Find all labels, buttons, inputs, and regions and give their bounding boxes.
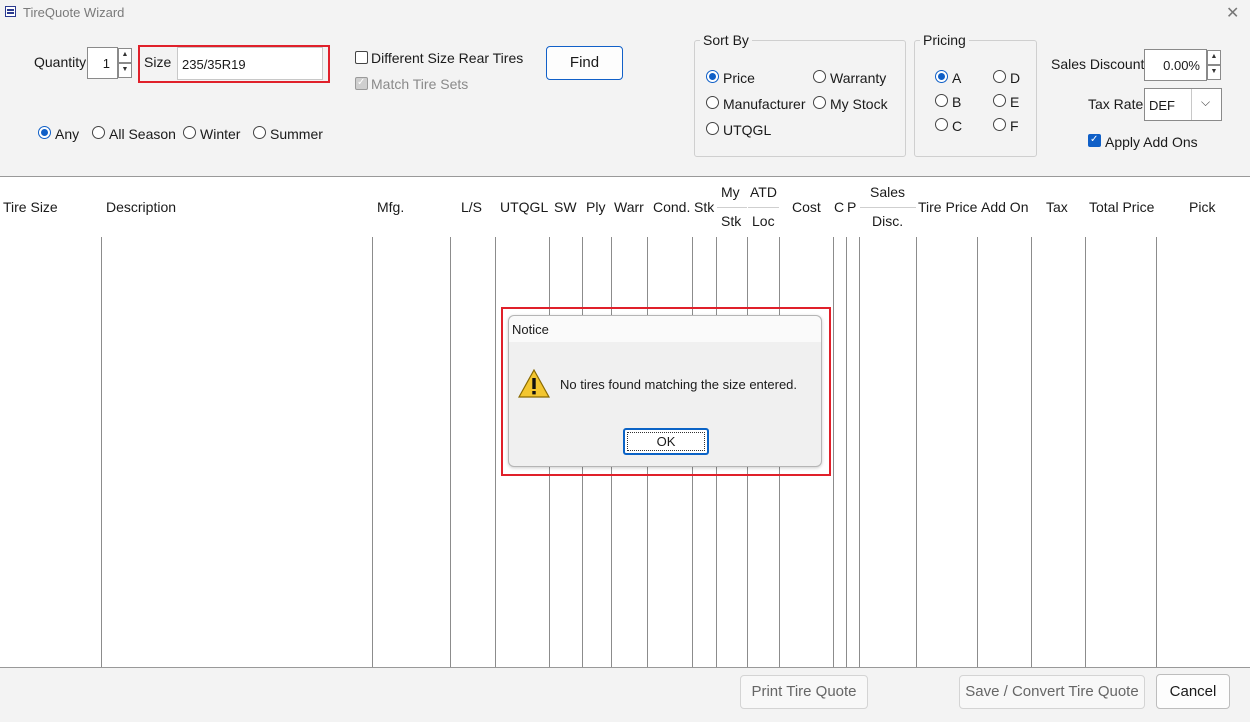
sort-my-stock-label: My Stock [830,96,888,112]
app-icon [5,6,16,17]
different-size-rear-label: Different Size Rear Tires [371,50,524,66]
window-title: TireQuote Wizard [23,5,125,20]
quantity-down-button[interactable]: ▼ [118,63,132,78]
col-sales[interactable]: Sales [870,184,905,200]
col-sales-disc[interactable]: Disc. [872,213,903,229]
col-pick[interactable]: Pick [1189,199,1215,215]
season-summer-radio[interactable] [253,126,266,139]
pricing-d-radio[interactable] [993,70,1006,83]
col-stk[interactable]: Stk [694,199,714,215]
warning-icon [518,369,550,398]
col-tire-size[interactable]: Tire Size [3,199,58,215]
col-tax[interactable]: Tax [1046,199,1068,215]
season-winter-label: Winter [200,126,241,142]
ok-button[interactable]: OK [623,428,709,455]
tax-rate-divider [1191,89,1192,120]
season-any-radio[interactable] [38,126,51,139]
size-value: 235/35R19 [182,57,246,72]
notice-dialog: Notice No tires found matching the size … [508,315,822,467]
size-label: Size [144,54,172,70]
col-ls[interactable]: L/S [461,199,482,215]
sort-utqgl-radio[interactable] [706,122,719,135]
apply-add-ons-checkbox[interactable] [1088,134,1101,147]
col-my[interactable]: My [721,184,740,200]
col-cost[interactable]: Cost [792,199,821,215]
pricing-f-radio[interactable] [993,118,1006,131]
sort-warranty-radio[interactable] [813,70,826,83]
pricing-b-label: B [952,94,962,110]
chevron-down-icon[interactable]: ⌵ [1201,95,1210,110]
season-any-label: Any [55,126,80,142]
pricing-a-radio[interactable] [935,70,948,83]
cancel-button[interactable]: Cancel [1156,674,1230,709]
quantity-input[interactable]: 1 [87,47,118,79]
dialog-title: Notice [512,322,549,337]
sort-my-stock-radio[interactable] [813,96,826,109]
print-tire-quote-button[interactable]: Print Tire Quote [740,675,868,709]
dialog-message: No tires found matching the size entered… [560,377,798,392]
quantity-label: Quantity [34,54,87,70]
col-description[interactable]: Description [106,199,176,215]
match-tire-sets-checkbox[interactable] [355,77,368,90]
pricing-a-label: A [952,70,962,86]
sort-utqgl-label: UTQGL [723,122,772,138]
tax-rate-select[interactable]: DEF ⌵ [1144,88,1222,121]
quantity-value: 1 [102,56,110,71]
title-bar: TireQuote Wizard ✕ [0,0,1250,26]
pricing-e-radio[interactable] [993,94,1006,107]
sort-warranty-label: Warranty [830,70,887,86]
pricing-c-radio[interactable] [935,118,948,131]
col-total-price[interactable]: Total Price [1089,199,1154,215]
col-cond[interactable]: Cond. [653,199,690,215]
sales-discount-value: 0.00% [1163,58,1200,73]
sort-price-radio[interactable] [706,70,719,83]
col-p[interactable]: P [847,199,856,215]
different-size-rear-checkbox[interactable] [355,51,368,64]
col-warr[interactable]: Warr [614,199,644,215]
tax-rate-label: Tax Rate [1088,96,1144,112]
sales-discount-down-button[interactable]: ▼ [1207,65,1221,80]
tax-rate-value: DEF [1149,98,1175,113]
col-tire-price[interactable]: Tire Price [918,199,977,215]
pricing-f-label: F [1010,118,1019,134]
dialog-title-bar: Notice [509,316,821,342]
pricing-b-radio[interactable] [935,94,948,107]
col-ply[interactable]: Ply [586,199,605,215]
save-convert-tire-quote-button[interactable]: Save / Convert Tire Quote [959,675,1145,709]
quantity-up-button[interactable]: ▲ [118,48,132,63]
season-all-season-radio[interactable] [92,126,105,139]
col-utqgl[interactable]: UTQGL [500,199,548,215]
season-summer-label: Summer [270,126,323,142]
sales-discount-label: Sales Discount [1051,56,1145,72]
sales-discount-up-button[interactable]: ▲ [1207,50,1221,65]
apply-add-ons-label: Apply Add Ons [1105,134,1198,150]
pricing-c-label: C [952,118,963,134]
col-add-on[interactable]: Add On [981,199,1028,215]
pricing-e-label: E [1010,94,1020,110]
find-button[interactable]: Find [546,46,623,80]
size-input[interactable]: 235/35R19 [177,47,323,80]
col-atd[interactable]: ATD [750,184,777,200]
sort-manufacturer-radio[interactable] [706,96,719,109]
sales-discount-input[interactable]: 0.00% [1144,49,1207,81]
season-winter-radio[interactable] [183,126,196,139]
sort-manufacturer-label: Manufacturer [723,96,806,112]
sort-price-label: Price [723,70,755,86]
col-my-stk[interactable]: Stk [721,213,741,229]
match-tire-sets-label: Match Tire Sets [371,76,469,92]
sort-by-title: Sort By [700,32,752,48]
col-mfg[interactable]: Mfg. [377,199,404,215]
pricing-title: Pricing [920,32,969,48]
col-atd-loc[interactable]: Loc [752,213,775,229]
col-sw[interactable]: SW [554,199,577,215]
season-all-season-label: All Season [109,126,176,142]
pricing-d-label: D [1010,70,1021,86]
col-c[interactable]: C [834,199,844,215]
close-icon[interactable]: ✕ [1226,3,1239,23]
